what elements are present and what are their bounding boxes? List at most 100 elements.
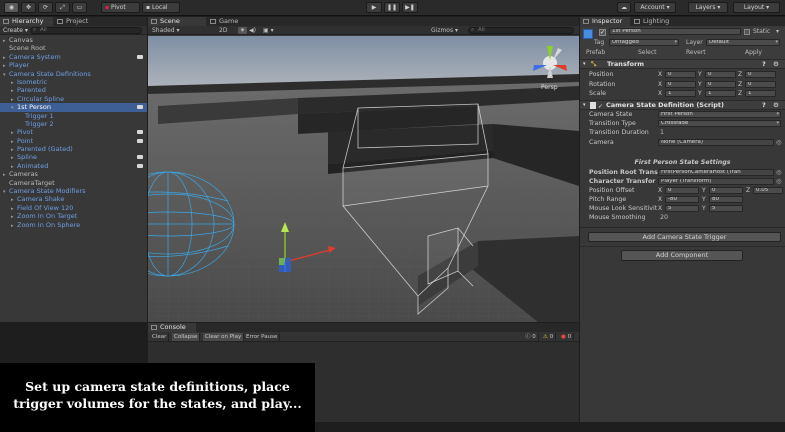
transform-y-field[interactable]: 0 [705, 71, 736, 78]
hierarchy-item[interactable]: ▸ Circular Spline [0, 95, 147, 103]
hierarchy-item[interactable]: ▸ Zoom In On Sphere [0, 221, 147, 229]
hierarchy-item[interactable]: Trigger 2 [0, 120, 147, 128]
pitch-range-x[interactable]: -80 [665, 196, 699, 203]
object-picker-icon[interactable]: ◎ [776, 177, 782, 186]
step-button[interactable]: ▶❚ [402, 2, 418, 13]
hierarchy-item[interactable]: ▸ Pivot [0, 128, 147, 136]
hierarchy-item[interactable]: ▸ Spline [0, 153, 147, 161]
pitch-range-y[interactable]: 80 [709, 196, 743, 203]
layer-dropdown[interactable]: Default [706, 39, 780, 46]
layers-dropdown[interactable]: Layers [688, 2, 728, 13]
camera-state-definition-header[interactable]: ▾ ✓ Camera State Definition (Script) ? ⚙ [580, 100, 785, 110]
hierarchy-item[interactable]: ▸ Parented [0, 86, 147, 94]
mouse-smoothing-field[interactable]: 20 [660, 213, 668, 222]
tab-inspector[interactable]: Inspector [580, 17, 630, 26]
camera-state-dropdown[interactable]: First Person [658, 111, 781, 118]
static-dropdown-icon[interactable]: ▾ [776, 28, 779, 35]
rect-tool-button[interactable]: ▭ [72, 2, 87, 13]
tab-project[interactable]: Project [54, 17, 104, 26]
transform-y-field[interactable]: 0 [705, 80, 736, 88]
hierarchy-item[interactable]: CameraTarget [0, 179, 147, 187]
hierarchy-item[interactable]: ▸ Field Of View 120 [0, 204, 147, 212]
tab-lighting[interactable]: Lighting [631, 17, 681, 26]
prefab-select-button[interactable]: Select [638, 49, 657, 56]
help-icon[interactable]: ? [762, 60, 766, 69]
hierarchy-item[interactable]: Trigger 1 [0, 112, 147, 120]
2d-toggle[interactable]: 2D [219, 26, 227, 35]
create-dropdown[interactable]: Create ▾ [3, 26, 28, 35]
shading-dropdown[interactable]: Shaded ▾ [152, 26, 180, 35]
hierarchy-item[interactable]: ▾ 1st Person [0, 103, 147, 112]
prefab-apply-button[interactable]: Apply [745, 49, 762, 56]
tab-hierarchy[interactable]: Hierarchy [0, 17, 53, 26]
tab-scene[interactable]: Scene [148, 17, 206, 26]
hierarchy-item[interactable]: ▸ Parented (Gated) [0, 145, 147, 153]
hierarchy-item[interactable]: ▸ Cameras [0, 170, 147, 178]
mouse-look-y[interactable]: 5 [709, 205, 743, 212]
position-offset-x[interactable]: 0 [665, 187, 699, 194]
scale-tool-button[interactable]: ⤢ [55, 2, 70, 13]
rotate-tool-button[interactable]: ⟳ [38, 2, 53, 13]
add-component-button[interactable]: Add Component [621, 250, 743, 261]
object-picker-icon[interactable]: ◎ [776, 138, 782, 147]
position-offset-y[interactable]: 0 [709, 187, 743, 194]
scene-search-input[interactable]: ⌕ All [468, 27, 574, 34]
transform-header[interactable]: ▾ ⤡ Transform ? ⚙ [580, 59, 785, 69]
position-root-field[interactable]: FirstPersonCameraHost (Tran [658, 169, 774, 176]
hierarchy-item[interactable]: ▸ Zoom In On Target [0, 212, 147, 220]
persp-label[interactable]: Persp [541, 84, 558, 91]
hierarchy-item[interactable]: ▸ Canvas [0, 36, 147, 44]
static-checkbox[interactable] [744, 29, 750, 35]
scene-viewport[interactable]: Persp [148, 36, 579, 322]
hierarchy-item[interactable]: ▸ Animated [0, 162, 147, 170]
transform-x-field[interactable]: 1 [665, 90, 696, 97]
play-button[interactable]: ▶ [366, 2, 382, 13]
transform-y-field[interactable]: 1 [705, 90, 736, 97]
hierarchy-search-input[interactable]: ⌕ All [30, 27, 142, 34]
hierarchy-item[interactable]: ▸ Player [0, 61, 147, 69]
transition-type-dropdown[interactable]: Crossfade [658, 120, 781, 127]
gear-icon[interactable]: ⚙ [773, 60, 779, 69]
character-transform-field[interactable]: Player (Transform) [658, 178, 774, 185]
camera-object-field[interactable]: None (Camera) [658, 139, 774, 146]
tab-console[interactable]: Console [148, 323, 196, 332]
hierarchy-item[interactable]: ▾ Camera State Modifiers [0, 187, 147, 195]
object-picker-icon[interactable]: ◎ [776, 168, 782, 177]
hierarchy-item[interactable]: ▸ Camera Shake [0, 195, 147, 203]
pause-button[interactable]: ❚❚ [384, 2, 400, 13]
hierarchy-item[interactable]: Scene Root [0, 44, 147, 52]
move-tool-button[interactable]: ✥ [21, 2, 36, 13]
transform-x-field[interactable]: 0 [665, 71, 696, 78]
clear-on-play-button[interactable]: Clear on Play [203, 333, 245, 341]
transform-z-field[interactable]: 0 [745, 71, 776, 78]
hierarchy-item[interactable]: ▸ Point [0, 137, 147, 145]
object-name-field[interactable]: 1st Person [609, 28, 741, 35]
warning-filter-button[interactable]: ⚠ 0 [541, 333, 557, 341]
hand-tool-button[interactable]: ◉ [4, 2, 19, 13]
pivot-toggle[interactable]: ▪ Pivot [101, 2, 140, 13]
collapse-button[interactable]: Collapse [172, 333, 201, 341]
hierarchy-item[interactable]: ▸ Camera System [0, 53, 147, 61]
error-pause-button[interactable]: Error Pause [244, 333, 281, 341]
position-offset-z[interactable]: 0.05 [753, 187, 783, 194]
transition-duration-field[interactable]: 1 [660, 128, 664, 137]
error-filter-button[interactable]: ● 0 [559, 333, 575, 341]
hierarchy-item[interactable]: ▾ Camera State Definitions [0, 70, 147, 78]
transform-z-field[interactable]: 0 [745, 80, 776, 88]
account-dropdown[interactable]: Account [634, 2, 676, 13]
hierarchy-item[interactable]: ▸ Isometric [0, 78, 147, 86]
transform-z-field[interactable]: 1 [745, 90, 776, 97]
gizmos-dropdown[interactable]: Gizmos ▾ [431, 26, 458, 35]
tag-dropdown[interactable]: Untagged [609, 39, 679, 46]
mouse-look-x[interactable]: 5 [665, 205, 699, 212]
add-camera-state-trigger-button[interactable]: Add Camera State Trigger [588, 232, 781, 242]
audio-toggle[interactable]: ◀) [249, 26, 256, 35]
transform-x-field[interactable]: 0 [665, 80, 696, 88]
tab-game[interactable]: Game [207, 17, 263, 26]
help-icon[interactable]: ? [762, 101, 766, 110]
gear-icon[interactable]: ⚙ [773, 101, 779, 110]
prefab-revert-button[interactable]: Revert [686, 49, 706, 56]
layout-dropdown[interactable]: Layout [733, 2, 780, 13]
log-filter-button[interactable]: ⓘ 0 [523, 333, 539, 341]
cloud-button[interactable]: ☁ [617, 2, 631, 13]
